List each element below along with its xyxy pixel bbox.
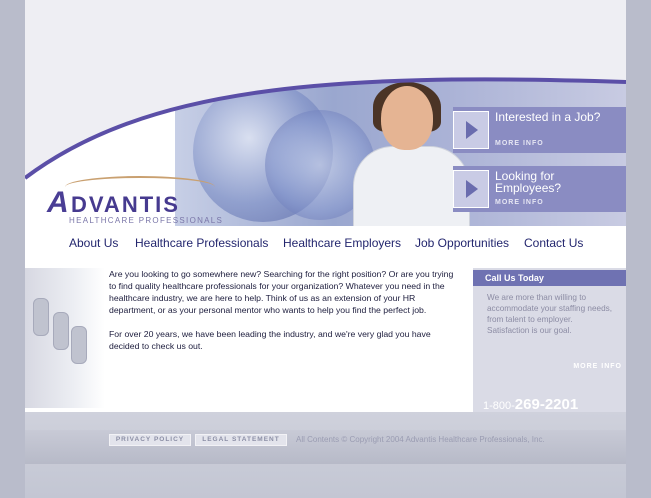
promo-title: Looking for Employees? (495, 169, 562, 195)
main-nav: About Us Healthcare Professionals Health… (25, 226, 626, 268)
intro-paragraph: Are you looking to go somewhere new? Sea… (109, 269, 454, 315)
chevron-right-icon (453, 111, 489, 149)
phone-prefix: 1-800- (483, 400, 515, 412)
more-info-link[interactable]: MORE INFO (573, 363, 622, 370)
promo-title: Interested in a Job? (495, 110, 601, 124)
promo-interested-job[interactable]: Interested in a Job? MORE INFO (453, 107, 626, 153)
logo-mark: A (47, 186, 69, 219)
privacy-policy-link[interactable]: PRIVACY POLICY (109, 434, 191, 446)
footer (25, 412, 626, 498)
phone-digits: 269-2201 (514, 396, 579, 413)
page-frame: A DVANTIS HEALTHCARE PROFESSIONALS Inter… (25, 0, 626, 498)
nav-healthcare-employers[interactable]: Healthcare Employers (283, 236, 401, 250)
more-info-link[interactable]: MORE INFO (495, 140, 544, 147)
test-tube (71, 326, 87, 364)
logo-subtitle: HEALTHCARE PROFESSIONALS (69, 216, 224, 225)
intro-text: Are you looking to go somewhere new? Sea… (109, 268, 454, 364)
copyright-text: All Contents © Copyright 2004 Advantis H… (296, 435, 545, 444)
promo-looking-employees[interactable]: Looking for Employees? MORE INFO (453, 166, 626, 212)
call-us-heading: Call Us Today (473, 270, 626, 286)
logo-text: DVANTIS (71, 192, 180, 217)
nav-job-opportunities[interactable]: Job Opportunities (415, 236, 509, 250)
more-info-link[interactable]: MORE INFO (495, 199, 544, 206)
test-tube (33, 298, 49, 336)
history-paragraph: For over 20 years, we have been leading … (109, 329, 431, 351)
legal-statement-link[interactable]: LEGAL STATEMENT (195, 434, 287, 446)
call-us-panel: Call Us Today We are more than willing t… (473, 268, 626, 413)
nav-contact-us[interactable]: Contact Us (524, 236, 583, 250)
call-us-body: We are more than willing to accommodate … (487, 293, 613, 335)
nav-healthcare-professionals[interactable]: Healthcare Professionals (135, 236, 268, 250)
test-tube (53, 312, 69, 350)
lab-tubes-image (25, 268, 105, 408)
nav-about-us[interactable]: About Us (69, 236, 118, 250)
phone-number: 1-800-269-2201 (483, 396, 578, 413)
chevron-right-icon (453, 170, 489, 208)
